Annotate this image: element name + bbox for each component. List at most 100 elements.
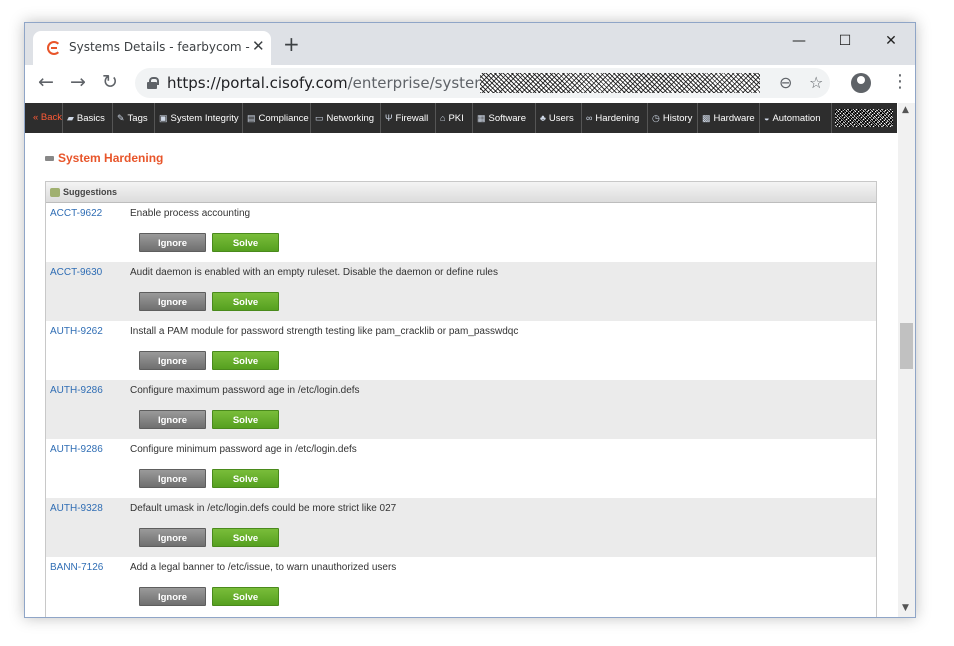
nav-history[interactable]: ◷ History [648, 103, 698, 133]
suggestions-header: Suggestions [46, 182, 876, 203]
ignore-button[interactable]: Ignore [139, 587, 206, 606]
firewall-icon: Ψ [385, 113, 393, 123]
nav-firewall[interactable]: Ψ Firewall [381, 103, 436, 133]
solve-button[interactable]: Solve [212, 528, 279, 547]
omnibar: ← → ↻ https://portal.cisofy.com/enterpri… [25, 65, 915, 101]
url-host: https://portal.cisofy.com [167, 74, 348, 92]
nav-software-label: Software [488, 113, 527, 124]
nav-firewall-label: Firewall [395, 113, 429, 124]
nav-networking[interactable]: ▭ Networking [311, 103, 381, 133]
close-window-button[interactable]: ✕ [869, 29, 913, 53]
nav-hardware[interactable]: ▩ Hardware [698, 103, 760, 133]
solve-button[interactable]: Solve [212, 351, 279, 370]
ignore-button[interactable]: Ignore [139, 233, 206, 252]
browser-menu-icon[interactable]: ⋮ [891, 72, 909, 92]
nav-users[interactable]: ♣ Users [536, 103, 582, 133]
nav-pki-label: PKI [448, 113, 464, 124]
nav-compliance[interactable]: ▤ Compliance [243, 103, 311, 133]
solve-button[interactable]: Solve [212, 233, 279, 252]
solve-button[interactable]: Solve [212, 410, 279, 429]
ignore-button[interactable]: Ignore [139, 528, 206, 547]
suggestion-row: ACCT-9630 Audit daemon is enabled with an… [46, 262, 876, 321]
reload-icon[interactable]: ↻ [99, 71, 121, 93]
suggestions-panel: Suggestions ACCT-9622 Enable process acco… [45, 181, 877, 617]
suggestion-description: Enable process accounting [130, 208, 251, 219]
page-scrollbar[interactable]: ▲ ▼ [898, 103, 915, 617]
nav-hardening-label: Hardening [595, 113, 640, 124]
suggestion-id-link[interactable]: BANN-7126 [50, 562, 103, 573]
back-arrow-icon[interactable]: ← [35, 71, 57, 93]
zoom-icon[interactable]: ⊖ [779, 73, 792, 92]
automation-icon: ◒ [764, 113, 770, 123]
minimize-button[interactable]: — [777, 29, 821, 53]
nav-automation-label: Automation [772, 113, 821, 124]
tab-strip: Systems Details - fearbycom - Ly ✕ + — ☐… [25, 23, 915, 65]
nav-pki[interactable]: ⌂ PKI [436, 103, 473, 133]
nav-hardening[interactable]: ∞ Hardening [582, 103, 648, 133]
nav-tags[interactable]: ✎ Tags [113, 103, 155, 133]
basics-icon: ▰ [67, 113, 74, 123]
suggestion-id-link[interactable]: AUTH-9286 [50, 444, 103, 455]
browser-tab[interactable]: Systems Details - fearbycom - Ly ✕ [33, 31, 271, 65]
suggestion-row: AUTH-9328 Default umask in /etc/login.def… [46, 498, 876, 557]
suggestion-row: AUTH-9262 Install a PAM module for passwo… [46, 321, 876, 380]
system-integrity-icon: ▣ [159, 113, 168, 123]
suggestions-list: ACCT-9622 Enable process accounting Ignore… [46, 203, 876, 616]
browser-window: Systems Details - fearbycom - Ly ✕ + — ☐… [24, 22, 916, 618]
nav-hardware-label: Hardware [713, 113, 755, 124]
page-content: System Hardening Suggestions ACCT-9622 En… [25, 133, 898, 617]
pki-icon: ⌂ [440, 113, 446, 123]
lock-icon[interactable] [147, 77, 159, 89]
nav-users-label: Users [548, 113, 574, 124]
section-title-text: System Hardening [58, 151, 164, 165]
nav-history-label: History [662, 113, 693, 124]
nav-automation[interactable]: ◒ Automation [760, 103, 832, 133]
networking-icon: ▭ [315, 113, 324, 123]
system-navbar: « Back ▰ Basics ✎ Tags ▣ System Integrity ▤… [25, 103, 897, 133]
nav-back-label: « Back [33, 112, 63, 123]
nav-networking-label: Networking [326, 113, 375, 124]
solve-button[interactable]: Solve [212, 292, 279, 311]
address-bar[interactable]: https://portal.cisofy.com/enterprise/sys… [135, 68, 830, 98]
ignore-button[interactable]: Ignore [139, 469, 206, 488]
nav-basics-label: Basics [76, 113, 105, 124]
suggestion-description: Default umask in /etc/login.defs could b… [130, 503, 397, 514]
suggestion-description: Audit daemon is enabled with an empty ru… [130, 267, 498, 278]
suggestion-id-link[interactable]: AUTH-9286 [50, 385, 103, 396]
ignore-button[interactable]: Ignore [139, 351, 206, 370]
new-tab-button[interactable]: + [283, 34, 300, 54]
nav-system-integrity[interactable]: ▣ System Integrity [155, 103, 243, 133]
profile-avatar-icon[interactable] [851, 73, 871, 93]
solve-button[interactable]: Solve [212, 469, 279, 488]
ignore-button[interactable]: Ignore [139, 292, 206, 311]
suggestion-id-link[interactable]: ACCT-9622 [50, 208, 102, 219]
scroll-thumb[interactable] [900, 323, 913, 369]
forward-arrow-icon[interactable]: → [67, 71, 89, 93]
bookmark-star-icon[interactable]: ☆ [809, 73, 823, 92]
suggestion-id-link[interactable]: AUTH-9328 [50, 503, 103, 514]
nav-back[interactable]: « Back [25, 103, 63, 133]
suggestion-description: Configure minimum password age in /etc/l… [130, 444, 357, 455]
nav-basics[interactable]: ▰ Basics [63, 103, 113, 133]
nav-compliance-label: Compliance [258, 113, 309, 124]
software-icon: ▦ [477, 113, 486, 123]
suggestion-description: Install a PAM module for password streng… [130, 326, 519, 337]
solve-button[interactable]: Solve [212, 587, 279, 606]
cisofy-favicon-icon [47, 41, 61, 55]
suggestions-icon [50, 188, 60, 198]
suggestion-id-link[interactable]: AUTH-9262 [50, 326, 103, 337]
tab-title: Systems Details - fearbycom - Ly [69, 40, 251, 54]
hardening-section-icon [45, 156, 54, 162]
suggestion-id-link[interactable]: ACCT-9630 [50, 267, 102, 278]
tab-close-icon[interactable]: ✕ [252, 37, 265, 55]
suggestion-row: BANN-7126 Add a legal banner to /etc/issu… [46, 557, 876, 616]
ignore-button[interactable]: Ignore [139, 410, 206, 429]
scroll-down-arrow-icon[interactable]: ▼ [902, 603, 909, 613]
suggestions-header-label: Suggestions [63, 187, 118, 197]
nav-software[interactable]: ▦ Software [473, 103, 536, 133]
maximize-button[interactable]: ☐ [823, 29, 867, 53]
compliance-icon: ▤ [247, 113, 256, 123]
scroll-up-arrow-icon[interactable]: ▲ [902, 105, 909, 115]
nav-system-integrity-label: System Integrity [170, 113, 239, 124]
hardening-icon: ∞ [586, 113, 593, 123]
